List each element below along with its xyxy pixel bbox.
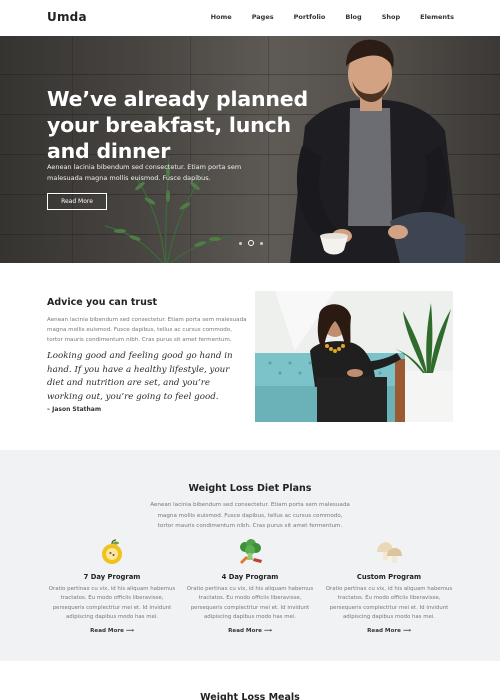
nav-item-blog[interactable]: Blog xyxy=(345,13,361,21)
plan-card-custom: Custom Program Oratio pertinax cu vix, i… xyxy=(324,538,454,634)
broccoli-icon xyxy=(240,539,262,564)
site-header: Umda Home Pages Portfolio Blog Shop Elem… xyxy=(0,0,500,36)
slider-dots xyxy=(239,240,263,246)
slider-dot[interactable] xyxy=(239,241,242,245)
hero-slider: We’ve already planned your breakfast, lu… xyxy=(0,36,500,263)
quote-author: – Jason Statham xyxy=(47,406,102,413)
nav-item-pages[interactable]: Pages xyxy=(252,13,274,21)
quote-text: Looking good and feeling good go hand in… xyxy=(47,351,233,402)
plan-link-label: Read More xyxy=(367,627,401,634)
plan-title: 4 Day Program xyxy=(221,573,279,581)
plan-card-4-day: 4 Day Program Oratio pertinax cu vix, id… xyxy=(185,538,315,634)
plan-text: Oratio pertinax cu vix, id his aliquam h… xyxy=(48,586,176,621)
plan-title: 7 Day Program xyxy=(83,573,141,581)
plan-link-label: Read More xyxy=(90,627,124,634)
nav-item-elements[interactable]: Elements xyxy=(420,13,454,21)
hero-title: We’ve already planned your breakfast, lu… xyxy=(47,87,308,163)
advice-title: Advice you can trust xyxy=(47,297,158,308)
plan-read-more-link[interactable]: Read More ⟶ xyxy=(185,628,315,634)
plan-read-more-link[interactable]: Read More ⟶ xyxy=(324,628,454,634)
main-nav: Home Pages Portfolio Blog Shop Elements xyxy=(191,13,454,21)
plans-description: Aenean lacinia bibendum sed consectetur.… xyxy=(150,502,350,529)
nav-item-home[interactable]: Home xyxy=(211,13,232,21)
nav-item-portfolio[interactable]: Portfolio xyxy=(294,13,326,21)
plan-link-label: Read More xyxy=(228,627,262,634)
nav-item-shop[interactable]: Shop xyxy=(382,13,400,21)
plan-read-more-link[interactable]: Read More ⟶ xyxy=(47,628,177,634)
plan-card-7-day: 7 Day Program Oratio pertinax cu vix, id… xyxy=(47,538,177,634)
plans-title: Weight Loss Diet Plans xyxy=(188,483,312,494)
slider-dot[interactable] xyxy=(260,241,263,245)
site-logo[interactable]: Umda xyxy=(47,10,87,24)
apple-icon xyxy=(102,539,122,564)
advice-text: Aenean lacinia bibendum sed consectetur.… xyxy=(47,317,247,343)
hero-description: Aenean lacinia bibendum sed consectetur.… xyxy=(47,163,242,182)
plan-text: Oratio pertinax cu vix, id his aliquam h… xyxy=(325,586,453,621)
meals-title: Weight Loss Meals xyxy=(200,692,300,700)
woman-on-sofa-illustration xyxy=(255,291,453,422)
mushroom-icon xyxy=(377,542,402,563)
woman-on-sofa-photo xyxy=(255,291,453,422)
hero-read-more-button[interactable]: Read More xyxy=(47,193,107,210)
plan-title: Custom Program xyxy=(356,573,422,581)
plan-text: Oratio pertinax cu vix, id his aliquam h… xyxy=(186,586,314,621)
slider-dot-active[interactable] xyxy=(248,240,254,246)
